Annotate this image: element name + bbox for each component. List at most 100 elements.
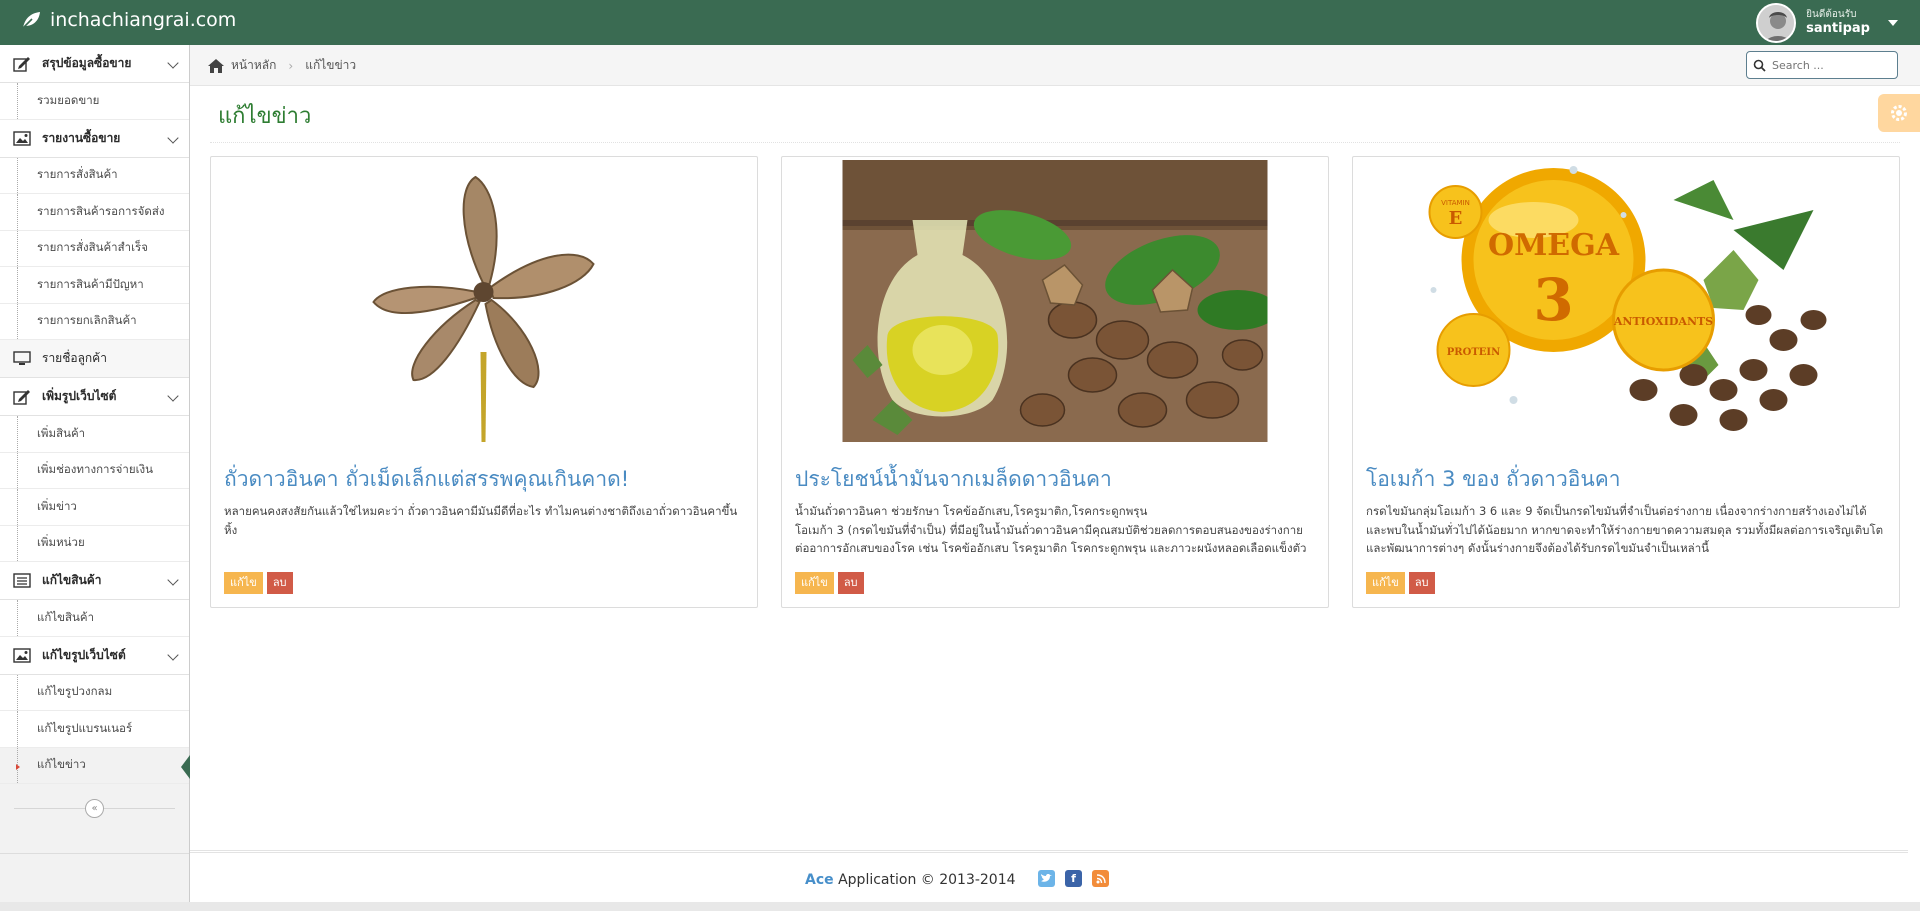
divider — [0, 853, 189, 854]
chevron-down-icon — [167, 57, 179, 69]
news-image-sacha-inchi-pod — [271, 160, 697, 442]
sidebar-group-label: สรุปข้อมูลซื้อขาย — [42, 56, 132, 70]
sidebar-group-label: รายงานซื้อขาย — [42, 130, 121, 145]
sidebar-item[interactable]: รายการสั่งสินค้าสำเร็จ — [0, 230, 189, 267]
desktop-icon — [12, 351, 32, 367]
sidebar-item-label: รายการสินค้ามีปัญหา — [37, 276, 144, 291]
sidebar-group-edit-website[interactable]: แก้ไขรูปเว็บไซต์ — [0, 636, 189, 675]
divider — [210, 142, 1900, 143]
sidebar-item[interactable]: แก้ไขรูปแบรนเนอร์ — [0, 711, 189, 748]
sidebar-item[interactable]: เพิ่มช่องทางการจ่ายเงิน — [0, 452, 189, 489]
delete-button[interactable]: ลบ — [837, 572, 864, 594]
sidebar-item[interactable]: เพิ่มสินค้า — [0, 416, 189, 453]
gear-icon — [1891, 105, 1907, 121]
sidebar-item-label: รวมยอดขาย — [37, 92, 100, 107]
picture-icon — [12, 647, 32, 663]
sidebar-item-label: เพิ่มหน่วย — [37, 535, 85, 550]
brand-name: inchachiangrai.com — [50, 9, 237, 31]
svg-text:PROTEIN: PROTEIN — [1447, 347, 1500, 358]
list-icon — [12, 573, 32, 589]
sidebar-group-sales-report[interactable]: รายงานซื้อขาย — [0, 119, 189, 158]
caret-down-icon[interactable] — [1888, 20, 1898, 26]
sidebar-group-label: เพิ่มรูปเว็บไซต์ — [42, 389, 117, 403]
rss-icon[interactable] — [1092, 870, 1109, 887]
search-form — [1746, 51, 1898, 79]
news-image-oil-bottle — [842, 160, 1268, 442]
sidebar-item-label: เพิ่มสินค้า — [37, 425, 86, 440]
svg-text:E: E — [1449, 208, 1463, 229]
user-menu[interactable]: ยินดีต้อนรับ santipap — [1756, 3, 1898, 43]
svg-text:3: 3 — [1533, 266, 1573, 334]
news-description: น้ำมันถั่วดาวอินคา ช่วยรักษา โรคข้ออักเส… — [795, 504, 1307, 555]
double-chevron-left-icon[interactable]: « — [85, 799, 104, 818]
chevron-down-icon — [167, 390, 179, 402]
news-description: หลายคนคงสงสัยกันแล้วใช่ไหมคะว่า ถั่วดาวอ… — [224, 504, 738, 537]
breadcrumb-home[interactable]: หน้าหลัก — [231, 56, 276, 75]
search-icon — [1753, 59, 1766, 72]
breadcrumb: หน้าหลัก › แก้ไขข่าว — [207, 56, 356, 75]
sidebar-item-label: แก้ไขรูปวงกลม — [37, 684, 113, 699]
sidebar-group-label: แก้ไขรูปเว็บไซต์ — [42, 647, 126, 662]
sidebar-item-label: แก้ไขสินค้า — [37, 609, 95, 624]
settings-button[interactable] — [1878, 94, 1920, 132]
delete-button[interactable]: ลบ — [1408, 572, 1435, 594]
delete-button[interactable]: ลบ — [266, 572, 293, 594]
sidebar-item[interactable]: แก้ไขสินค้า — [0, 600, 189, 637]
sidebar-group-label: แก้ไขสินค้า — [42, 573, 102, 587]
news-card: ประโยชน์น้ำมันจากเมล็ดดาวอินคา น้ำมันถั่… — [781, 156, 1329, 608]
edit-button[interactable]: แก้ไข — [1366, 572, 1405, 594]
leaf-icon — [21, 12, 40, 30]
sidebar-item-label: รายการสินค้ารอการจัดส่ง — [37, 203, 165, 218]
svg-text:ANTIOXIDANTS: ANTIOXIDANTS — [1613, 315, 1713, 328]
footer-copyright: Application © 2013-2014 — [838, 872, 1016, 888]
news-title[interactable]: ถั่วดาวอินคา ถั่วเม็ดเล็กแต่สรรพคุณเกินค… — [224, 463, 744, 496]
sidebar-item-active[interactable]: แก้ไขข่าว — [0, 747, 190, 784]
pencil-square-icon — [12, 56, 32, 72]
news-title[interactable]: ประโยชน์น้ำมันจากเมล็ดดาวอินคา — [795, 463, 1315, 496]
sidebar-item-label: แก้ไขรูปแบรนเนอร์ — [37, 720, 133, 735]
chevron-down-icon — [167, 131, 179, 144]
sidebar-item[interactable]: รายการยกเลิกสินค้า — [0, 303, 189, 340]
breadcrumb-bar: หน้าหลัก › แก้ไขข่าว — [190, 45, 1920, 86]
sidebar-item-label: แก้ไขข่าว — [37, 757, 86, 772]
news-description: กรดไขมันกลุ่มโอเมก้า 3 6 และ 9 จัดเป็นกร… — [1366, 504, 1884, 555]
sidebar-item-label: เพิ่มข่าว — [37, 498, 77, 513]
search-input[interactable] — [1772, 58, 1892, 72]
brand-link[interactable]: inchachiangrai.com — [20, 9, 236, 31]
sidebar-group-customers[interactable]: รายชื่อลูกค้า — [0, 340, 189, 378]
page-title: แก้ไขข่าว — [218, 104, 312, 129]
sidebar-item-label: รายการยกเลิกสินค้า — [37, 313, 137, 328]
sidebar-item[interactable]: แก้ไขรูปวงกลม — [0, 674, 189, 711]
facebook-icon[interactable]: f — [1065, 870, 1082, 887]
sidebar-item[interactable]: รวมยอดขาย — [0, 83, 189, 120]
sidebar-item[interactable]: รายการสินค้ามีปัญหา — [0, 267, 189, 304]
home-icon[interactable] — [207, 58, 225, 74]
news-image-omega-3: OMEGA 3 ANTIOXIDANTS VITAMIN E PROTEIN — [1413, 160, 1839, 442]
sidebar-collapse: « — [0, 794, 189, 822]
sidebar-item[interactable]: เพิ่มหน่วย — [0, 525, 189, 562]
sidebar-group-add-website[interactable]: เพิ่มรูปเว็บไซต์ — [0, 378, 189, 416]
sidebar-item[interactable]: เพิ่มข่าว — [0, 489, 189, 526]
news-title[interactable]: โอเมก้า 3 ของ ถั่วดาวอินคา — [1366, 463, 1886, 496]
edit-button[interactable]: แก้ไข — [795, 572, 834, 594]
sidebar-item[interactable]: รายการสินค้ารอการจัดส่ง — [0, 194, 189, 231]
sidebar-group-edit-product[interactable]: แก้ไขสินค้า — [0, 562, 189, 600]
footer-brand: Ace — [805, 872, 834, 888]
bottom-strip — [0, 902, 1920, 911]
top-navbar: inchachiangrai.com ยินดีต้อนรับ santipap — [0, 0, 1920, 45]
edit-button[interactable]: แก้ไข — [224, 572, 263, 594]
sidebar-group-label: รายชื่อลูกค้า — [42, 351, 107, 365]
news-card: OMEGA 3 ANTIOXIDANTS VITAMIN E PROTEIN โ… — [1352, 156, 1900, 608]
active-indicator-icon — [16, 763, 20, 770]
twitter-icon[interactable] — [1038, 870, 1055, 887]
sidebar-item-label: รายการสั่งสินค้าสำเร็จ — [37, 240, 148, 255]
user-welcome: ยินดีต้อนรับ — [1806, 8, 1857, 20]
footer-text: Ace Application © 2013-2014 — [805, 872, 1016, 888]
sidebar-group-sales-summary[interactable]: สรุปข้อมูลซื้อขาย — [0, 45, 189, 83]
news-card: ถั่วดาวอินคา ถั่วเม็ดเล็กแต่สรรพคุณเกินค… — [210, 156, 758, 608]
user-name: santipap — [1806, 21, 1870, 37]
sidebar-item-label: เพิ่มช่องทางการจ่ายเงิน — [37, 462, 154, 477]
sidebar: สรุปข้อมูลซื้อขาย รวมยอดขาย รายงานซื้อขา… — [0, 45, 190, 911]
svg-text:VITAMIN: VITAMIN — [1441, 199, 1470, 207]
sidebar-item[interactable]: รายการสั่งสินค้า — [0, 157, 189, 194]
